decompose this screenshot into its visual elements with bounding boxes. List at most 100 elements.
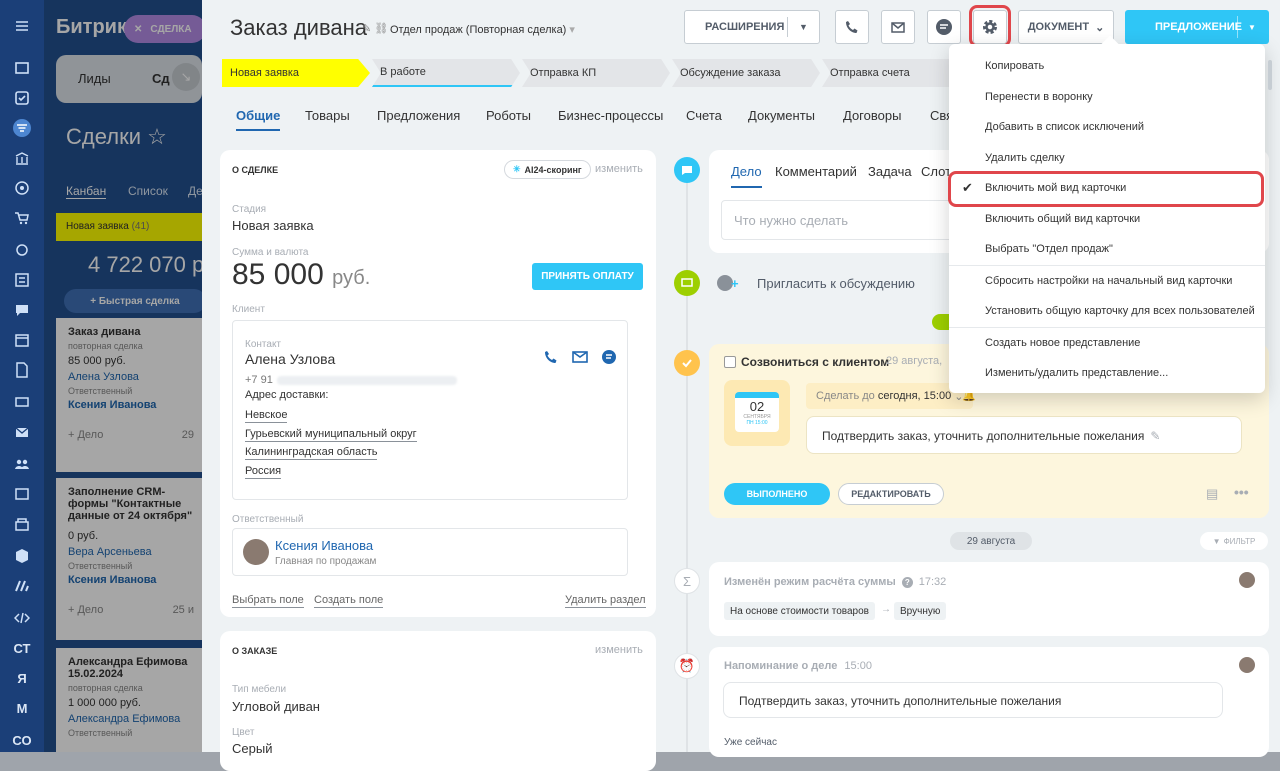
- deal-card-contact[interactable]: Алена Узлова: [68, 371, 194, 383]
- chat-icon[interactable]: [0, 298, 44, 322]
- menu-icon[interactable]: [0, 14, 44, 38]
- home-icon[interactable]: [0, 56, 44, 80]
- close-deal-chip[interactable]: ✕ СДЕЛКА: [124, 15, 202, 43]
- chevron-down-icon[interactable]: ▼: [799, 22, 808, 32]
- deal-card-contact[interactable]: Александра Ефимова: [68, 713, 194, 725]
- mail-icon[interactable]: [571, 349, 589, 365]
- crm-icon[interactable]: [0, 116, 44, 140]
- bank-icon[interactable]: [0, 146, 44, 170]
- tab-robots[interactable]: Роботы: [486, 108, 531, 123]
- group-icon[interactable]: [0, 452, 44, 476]
- tab-products[interactable]: Товары: [305, 108, 350, 123]
- done-button[interactable]: ВЫПОЛНЕНО: [724, 483, 830, 505]
- invite-icon[interactable]: +: [717, 272, 741, 294]
- robot-icon[interactable]: [0, 238, 44, 262]
- deal-card-resp[interactable]: Ксения Иванова: [68, 574, 194, 586]
- cart-icon[interactable]: [0, 206, 44, 230]
- nav-item-m[interactable]: М: [0, 696, 44, 720]
- nav-item-st[interactable]: СТ: [0, 636, 44, 660]
- offer-button[interactable]: ПРЕДЛОЖЕНИЕ ▼: [1125, 10, 1269, 44]
- view-kanban[interactable]: Канбан: [66, 184, 107, 199]
- menu-item-edit-view[interactable]: Изменить/удалить представление...: [985, 358, 1168, 388]
- todo-description[interactable]: Подтвердить заказ, уточнить дополнительн…: [806, 416, 1242, 454]
- tab-general[interactable]: Общие: [236, 108, 281, 131]
- tab-deals[interactable]: Сд: [152, 71, 170, 86]
- deal-card-contact[interactable]: Вера Арсеньева: [68, 546, 194, 558]
- tab-comment[interactable]: Комментарий: [775, 164, 857, 179]
- mail-icon[interactable]: [0, 420, 44, 444]
- edit-link[interactable]: изменить: [595, 644, 643, 656]
- menu-item-select-sales-dept[interactable]: Выбрать "Отдел продаж": [985, 234, 1113, 264]
- email-button[interactable]: [881, 10, 915, 44]
- view-list[interactable]: Список: [128, 184, 168, 198]
- todo-checkbox[interactable]: [724, 356, 736, 368]
- choose-field-link[interactable]: Выбрать поле: [232, 593, 304, 608]
- document-icon[interactable]: [0, 358, 44, 382]
- nav-item-so[interactable]: СО: [0, 728, 44, 752]
- mark-icon[interactable]: [0, 574, 44, 598]
- stage-in-work[interactable]: В работе: [372, 59, 520, 87]
- tab-documents[interactable]: Документы: [748, 108, 815, 123]
- drive-icon[interactable]: [0, 390, 44, 414]
- deal-card[interactable]: Заполнение CRM-формы "Контактные данные …: [56, 478, 202, 640]
- deal-card-resp[interactable]: Ксения Иванова: [68, 399, 194, 411]
- collapse-icon[interactable]: ↘: [172, 63, 200, 91]
- menu-item-my-card-view[interactable]: Включить мой вид карточки: [985, 173, 1126, 203]
- invite-link[interactable]: Пригласить к обсуждению: [757, 276, 915, 291]
- scrollbar[interactable]: [1268, 60, 1272, 90]
- tasks-icon[interactable]: [0, 86, 44, 110]
- address-line[interactable]: Невское: [245, 408, 288, 423]
- delete-section-link[interactable]: Удалить раздел: [565, 593, 646, 608]
- tab-slot[interactable]: Слот: [921, 164, 951, 179]
- tab-offers[interactable]: Предложения: [377, 108, 460, 123]
- address-line[interactable]: Россия: [245, 464, 282, 479]
- star-icon[interactable]: ☆: [147, 124, 167, 149]
- call-button[interactable]: [835, 10, 869, 44]
- edit-title-icon[interactable]: ✎ ⛓: [362, 22, 388, 35]
- avatar[interactable]: [243, 539, 269, 565]
- deal-card[interactable]: Заказ дивана повторная сделка 85 000 руб…: [56, 318, 202, 472]
- tab-activity[interactable]: Дело: [731, 164, 762, 188]
- add-activity-link[interactable]: + Дело: [68, 604, 103, 616]
- accept-payment-button[interactable]: ПРИНЯТЬ ОПЛАТУ: [532, 263, 643, 290]
- deal-title[interactable]: Заказ дивана: [230, 15, 367, 41]
- extensions-button[interactable]: РАСШИРЕНИЯ ▼: [684, 10, 820, 44]
- more-icon[interactable]: •••: [1234, 484, 1249, 500]
- tab-invoices[interactable]: Счета: [686, 108, 722, 123]
- tab-bizproc[interactable]: Бизнес-процессы: [558, 108, 663, 123]
- menu-item-copy[interactable]: Копировать: [985, 51, 1044, 81]
- filter-button[interactable]: ▼ ФИЛЬТР: [1200, 532, 1268, 550]
- responsible-name[interactable]: Ксения Иванова: [275, 538, 373, 553]
- tab-contracts[interactable]: Договоры: [843, 108, 901, 123]
- tab-leads[interactable]: Лиды: [78, 71, 111, 86]
- menu-item-add-exclusion[interactable]: Добавить в список исключений: [985, 112, 1144, 142]
- pencil-icon[interactable]: ✎: [1150, 429, 1160, 443]
- add-activity-link[interactable]: + Дело: [68, 429, 103, 441]
- ai-scoring-badge[interactable]: ✳ AI24-скоринг: [504, 160, 591, 179]
- edit-button[interactable]: РЕДАКТИРОВАТЬ: [838, 483, 944, 505]
- list-icon[interactable]: [0, 268, 44, 292]
- chat-icon[interactable]: [601, 349, 617, 365]
- target-icon[interactable]: [0, 176, 44, 200]
- create-field-link[interactable]: Создать поле: [314, 593, 384, 608]
- box-icon[interactable]: [0, 544, 44, 568]
- edit-link[interactable]: изменить: [595, 163, 643, 175]
- shop-icon[interactable]: [0, 512, 44, 536]
- deal-category[interactable]: Отдел продаж (Повторная сделка) ▾: [390, 23, 575, 36]
- menu-item-reset-card[interactable]: Сбросить настройки на начальный вид карт…: [985, 266, 1232, 296]
- code-icon[interactable]: [0, 606, 44, 630]
- address-line[interactable]: Калининградская область: [245, 445, 378, 460]
- help-icon[interactable]: ?: [901, 576, 913, 588]
- menu-item-common-card-view[interactable]: Включить общий вид карточки: [985, 204, 1140, 234]
- stage-discussion[interactable]: Обсуждение заказа: [672, 59, 820, 87]
- chevron-down-icon[interactable]: ▼: [1248, 23, 1256, 32]
- note-icon[interactable]: ▤: [1206, 486, 1218, 502]
- stage-send-invoice[interactable]: Отправка счета: [822, 59, 968, 87]
- openlines-button[interactable]: [927, 10, 961, 44]
- tab-task[interactable]: Задача: [868, 164, 912, 179]
- menu-item-move-to-funnel[interactable]: Перенести в воронку: [985, 82, 1093, 112]
- menu-item-delete-deal[interactable]: Удалить сделку: [985, 143, 1065, 173]
- contact-card-icon[interactable]: [0, 482, 44, 506]
- document-button[interactable]: ДОКУМЕНТ ⌄: [1018, 10, 1114, 44]
- settings-button[interactable]: [973, 10, 1007, 44]
